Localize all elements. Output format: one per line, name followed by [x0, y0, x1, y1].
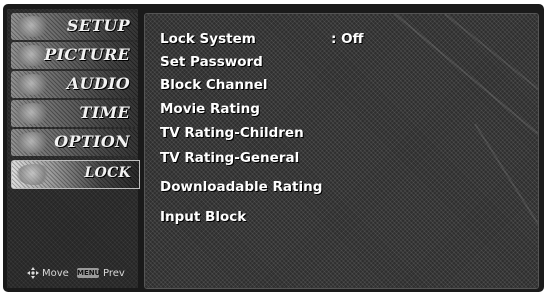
menu-item-label: OPTION [54, 132, 130, 151]
lock-options-panel: Lock System : Off Set Password Block Cha… [144, 13, 539, 289]
menu-footer: Move MENU Prev [13, 266, 138, 282]
option-label: TV Rating-Children [160, 125, 304, 141]
option-lock-system[interactable]: Lock System [160, 31, 256, 47]
setup-icon [15, 16, 51, 37]
menu-key-icon: MENU [77, 268, 101, 278]
audio-icon [15, 74, 51, 95]
option-label: Input Block [160, 209, 247, 225]
option-movie-rating[interactable]: Movie Rating [160, 101, 260, 117]
main-menu: SETUP PICTURE AUDIO TIME OPTION LOCK Mov… [7, 9, 140, 288]
option-label: Downloadable Rating [160, 179, 323, 195]
menu-item-label: AUDIO [66, 74, 130, 93]
move-label: Move [42, 268, 69, 279]
prev-label: Prev [103, 268, 125, 279]
option-tv-rating-general[interactable]: TV Rating-General [160, 150, 299, 166]
menu-item-label: PICTURE [44, 45, 130, 64]
option-label: Movie Rating [160, 101, 260, 117]
menu-item-label: LOCK [84, 165, 131, 181]
option-label: Set Password [160, 54, 263, 70]
osd-frame: SETUP PICTURE AUDIO TIME OPTION LOCK Mov… [3, 4, 544, 292]
option-label: TV Rating-General [160, 150, 300, 166]
menu-item-setup[interactable]: SETUP [11, 13, 138, 40]
menu-item-picture[interactable]: PICTURE [11, 42, 138, 69]
move-arrows-icon [27, 267, 39, 279]
option-block-channel[interactable]: Block Channel [160, 77, 268, 93]
time-icon [15, 103, 51, 124]
option-set-password[interactable]: Set Password [160, 54, 263, 70]
lock-system-value: : Off [331, 31, 364, 47]
option-label: Block Channel [160, 77, 268, 93]
menu-item-audio[interactable]: AUDIO [11, 71, 138, 98]
menu-item-option[interactable]: OPTION [11, 129, 138, 156]
option-downloadable-rating[interactable]: Downloadable Rating [160, 179, 322, 195]
menu-item-label: SETUP [66, 16, 130, 35]
menu-item-lock[interactable]: LOCK [11, 160, 140, 189]
lock-icon [16, 164, 52, 185]
option-label: Lock System [160, 31, 256, 47]
option-icon [15, 132, 51, 153]
option-tv-rating-children[interactable]: TV Rating-Children [160, 125, 304, 141]
tv-menu-screen: SETUP PICTURE AUDIO TIME OPTION LOCK Mov… [0, 0, 550, 297]
option-input-block[interactable]: Input Block [160, 209, 246, 225]
menu-item-time[interactable]: TIME [11, 100, 138, 127]
menu-item-label: TIME [79, 103, 130, 122]
